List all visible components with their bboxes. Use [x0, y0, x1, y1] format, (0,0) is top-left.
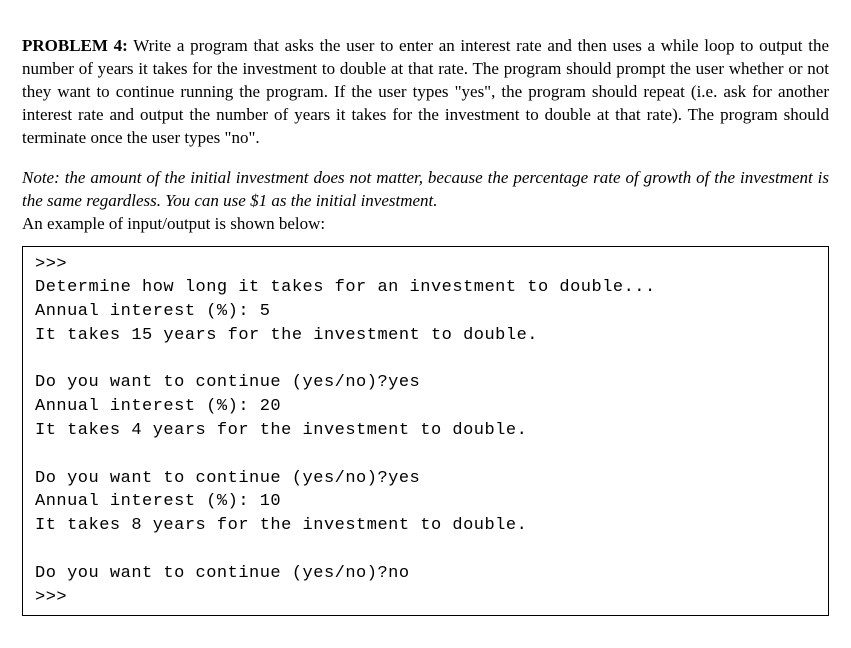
code-line: >>> — [35, 253, 816, 277]
code-line: It takes 8 years for the investment to d… — [35, 514, 816, 538]
code-output-box: >>>Determine how long it takes for an in… — [22, 246, 829, 617]
code-line — [35, 443, 816, 467]
code-line: Annual interest (%): 10 — [35, 490, 816, 514]
code-line — [35, 538, 816, 562]
note-text: Note: the amount of the initial investme… — [22, 167, 829, 213]
problem-label: PROBLEM 4: — [22, 36, 128, 55]
example-intro: An example of input/output is shown belo… — [22, 213, 829, 236]
code-line: It takes 15 years for the investment to … — [35, 324, 816, 348]
code-line: Do you want to continue (yes/no)?no — [35, 562, 816, 586]
code-line: Do you want to continue (yes/no)?yes — [35, 371, 816, 395]
code-line: It takes 4 years for the investment to d… — [35, 419, 816, 443]
problem-text: Write a program that asks the user to en… — [22, 36, 829, 147]
code-line: Annual interest (%): 20 — [35, 395, 816, 419]
code-line: Annual interest (%): 5 — [35, 300, 816, 324]
code-line: Determine how long it takes for an inves… — [35, 276, 816, 300]
code-line — [35, 348, 816, 372]
code-line: >>> — [35, 586, 816, 610]
code-line: Do you want to continue (yes/no)?yes — [35, 467, 816, 491]
problem-paragraph: PROBLEM 4: Write a program that asks the… — [22, 35, 829, 150]
